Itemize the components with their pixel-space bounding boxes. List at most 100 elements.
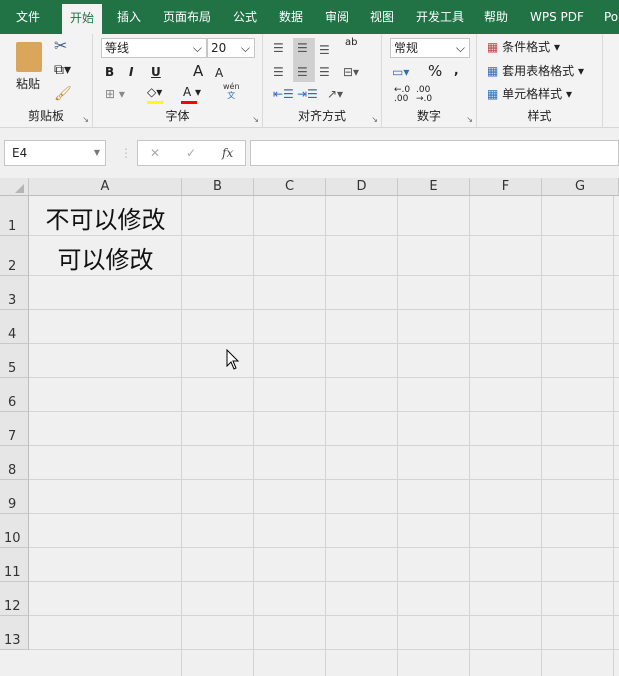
row-header-3[interactable]: 3 bbox=[0, 276, 29, 310]
row-gridline bbox=[29, 581, 619, 582]
row-gridline bbox=[29, 615, 619, 616]
select-all-button[interactable] bbox=[0, 178, 29, 196]
row-header-8[interactable]: 8 bbox=[0, 446, 29, 480]
font-name-select[interactable]: 等线 ⌵ bbox=[101, 38, 207, 58]
tab-developer[interactable]: 开发工具 bbox=[408, 0, 472, 34]
format-as-table-icon: ▦ bbox=[487, 64, 499, 78]
increase-indent-icon[interactable]: ⇥☰ bbox=[297, 86, 318, 102]
wrap-text-button[interactable]: ab bbox=[345, 38, 357, 48]
align-right-icon[interactable]: ☰ bbox=[319, 64, 330, 80]
fill-color-icon[interactable]: ◇▾ bbox=[147, 84, 163, 104]
number-format-select[interactable]: 常规 ⌵ bbox=[390, 38, 470, 58]
italic-button[interactable]: I bbox=[129, 64, 133, 80]
number-group: 常规 ⌵ ▭▾ % , ←.0.00 .00 →.0 数字 ↘ bbox=[382, 34, 477, 128]
align-top-icon[interactable]: ☰ bbox=[273, 40, 284, 56]
tab-view[interactable]: 视图 bbox=[362, 0, 402, 34]
row-header-4[interactable]: 4 bbox=[0, 310, 29, 344]
row-header-12[interactable]: 12 bbox=[0, 582, 29, 616]
column-gridline bbox=[541, 196, 542, 676]
tab-insert[interactable]: 插入 bbox=[109, 0, 149, 34]
phonetic-button[interactable]: wén 文 bbox=[223, 82, 240, 100]
row-header-10[interactable]: 10 bbox=[0, 514, 29, 548]
column-header-f[interactable]: F bbox=[470, 178, 542, 196]
orientation-icon[interactable]: ↗▾ bbox=[327, 86, 343, 102]
paste-button[interactable]: 粘贴 bbox=[16, 76, 40, 92]
align-bottom-icon[interactable]: ☰ bbox=[319, 42, 330, 58]
cut-icon[interactable]: ✂ bbox=[54, 38, 67, 54]
formula-input[interactable] bbox=[250, 140, 619, 166]
grow-font-button[interactable]: A bbox=[193, 63, 203, 79]
conditional-formatting-icon: ▦ bbox=[487, 40, 499, 54]
percent-button[interactable]: % bbox=[428, 63, 442, 79]
font-color-letter: A bbox=[183, 85, 192, 99]
dialog-launcher-icon[interactable]: ↘ bbox=[252, 115, 259, 124]
number-format: 常规 bbox=[394, 41, 419, 55]
merge-center-icon[interactable]: ⊟▾ bbox=[343, 64, 359, 80]
row-header-9[interactable]: 9 bbox=[0, 480, 29, 514]
font-size: 20 bbox=[211, 41, 227, 55]
shrink-font-button[interactable]: A bbox=[215, 65, 223, 81]
format-painter-icon[interactable]: 🖌 bbox=[54, 86, 72, 102]
column-header-d[interactable]: D bbox=[326, 178, 398, 196]
cell-a1[interactable]: 不可以修改 bbox=[29, 200, 182, 235]
formula-bar-grip-icon: ⋮ bbox=[120, 146, 132, 160]
tab-data[interactable]: 数据 bbox=[271, 0, 311, 34]
font-size-select[interactable]: 20 ⌵ bbox=[207, 38, 255, 58]
decrease-indent-icon[interactable]: ⇤☰ bbox=[273, 86, 294, 102]
copy-icon[interactable]: ⧉▾ bbox=[54, 62, 71, 78]
tab-home[interactable]: 开始 bbox=[62, 4, 103, 34]
row-header-1[interactable]: 1 bbox=[0, 196, 29, 236]
cell-a2[interactable]: 可以修改 bbox=[29, 240, 182, 275]
row-header-13[interactable]: 13 bbox=[0, 616, 29, 650]
row-header-7[interactable]: 7 bbox=[0, 412, 29, 446]
increase-decimal-button[interactable]: ←.0.00 bbox=[394, 86, 410, 104]
currency-icon[interactable]: ▭▾ bbox=[392, 64, 409, 80]
dialog-launcher-icon[interactable]: ↘ bbox=[466, 115, 473, 124]
underline-button[interactable]: U bbox=[151, 64, 161, 80]
column-header-b[interactable]: B bbox=[182, 178, 254, 196]
cell-styles-button[interactable]: ▦ 单元格样式 ▾ bbox=[487, 86, 572, 102]
clipboard-group: 粘贴 ✂ ⧉▾ 🖌 剪贴板 ↘ bbox=[0, 34, 93, 128]
align-center-icon[interactable]: ☰ bbox=[297, 64, 308, 80]
tab-review[interactable]: 审阅 bbox=[317, 0, 357, 34]
formula-buttons: ✕ ✓ fx bbox=[137, 140, 246, 166]
column-header-e[interactable]: E bbox=[398, 178, 470, 196]
tab-page-layout[interactable]: 页面布局 bbox=[155, 0, 219, 34]
alignment-label: 对齐方式 bbox=[297, 109, 346, 123]
paste-icon[interactable] bbox=[16, 42, 42, 72]
align-left-icon[interactable]: ☰ bbox=[273, 64, 284, 80]
tab-wps-pdf[interactable]: WPS PDF bbox=[522, 0, 592, 34]
styles-group: ▦ 条件格式 ▾ ▦ 套用表格格式 ▾ ▦ 单元格样式 ▾ 样式 bbox=[477, 34, 603, 128]
row-header-6[interactable]: 6 bbox=[0, 378, 29, 412]
cancel-icon[interactable]: ✕ bbox=[150, 141, 160, 165]
chevron-down-icon: ⌵ bbox=[240, 41, 250, 55]
tab-formulas[interactable]: 公式 bbox=[225, 0, 265, 34]
alignment-group: ☰ ☰ ☰ ab ☰ ☰ ☰ ⊟▾ ⇤☰ ⇥☰ ↗▾ 对齐方式 ↘ bbox=[263, 34, 382, 128]
name-box[interactable]: E4 ▼ bbox=[4, 140, 106, 166]
tab-power[interactable]: Po bbox=[596, 0, 619, 34]
column-header-a[interactable]: A bbox=[29, 178, 182, 196]
format-as-table-button[interactable]: ▦ 套用表格格式 ▾ bbox=[487, 63, 584, 79]
row-gridline bbox=[29, 343, 619, 344]
dialog-launcher-icon[interactable]: ↘ bbox=[82, 115, 89, 124]
comma-button[interactable]: , bbox=[454, 62, 459, 78]
dialog-launcher-icon[interactable]: ↘ bbox=[371, 115, 378, 124]
tab-file[interactable]: 文件 bbox=[8, 0, 48, 34]
bold-button[interactable]: B bbox=[105, 64, 114, 80]
decrease-decimal-button[interactable]: .00 →.0 bbox=[416, 86, 432, 104]
row-gridline bbox=[29, 445, 619, 446]
clipboard-label: 剪贴板 bbox=[27, 109, 64, 123]
row-header-11[interactable]: 11 bbox=[0, 548, 29, 582]
borders-icon[interactable]: ⊞ ▾ bbox=[105, 86, 125, 102]
tab-help[interactable]: 帮助 bbox=[476, 0, 516, 34]
row-header-2[interactable]: 2 bbox=[0, 236, 29, 276]
row-header-5[interactable]: 5 bbox=[0, 344, 29, 378]
font-color-button[interactable]: A ▾ bbox=[181, 84, 201, 104]
enter-icon[interactable]: ✓ bbox=[186, 141, 196, 165]
column-header-g[interactable]: G bbox=[542, 178, 619, 196]
column-header-c[interactable]: C bbox=[254, 178, 326, 196]
column-gridline bbox=[469, 196, 470, 676]
conditional-formatting-button[interactable]: ▦ 条件格式 ▾ bbox=[487, 39, 560, 55]
align-middle-icon[interactable]: ☰ bbox=[297, 40, 308, 56]
insert-function-icon[interactable]: fx bbox=[222, 141, 233, 165]
